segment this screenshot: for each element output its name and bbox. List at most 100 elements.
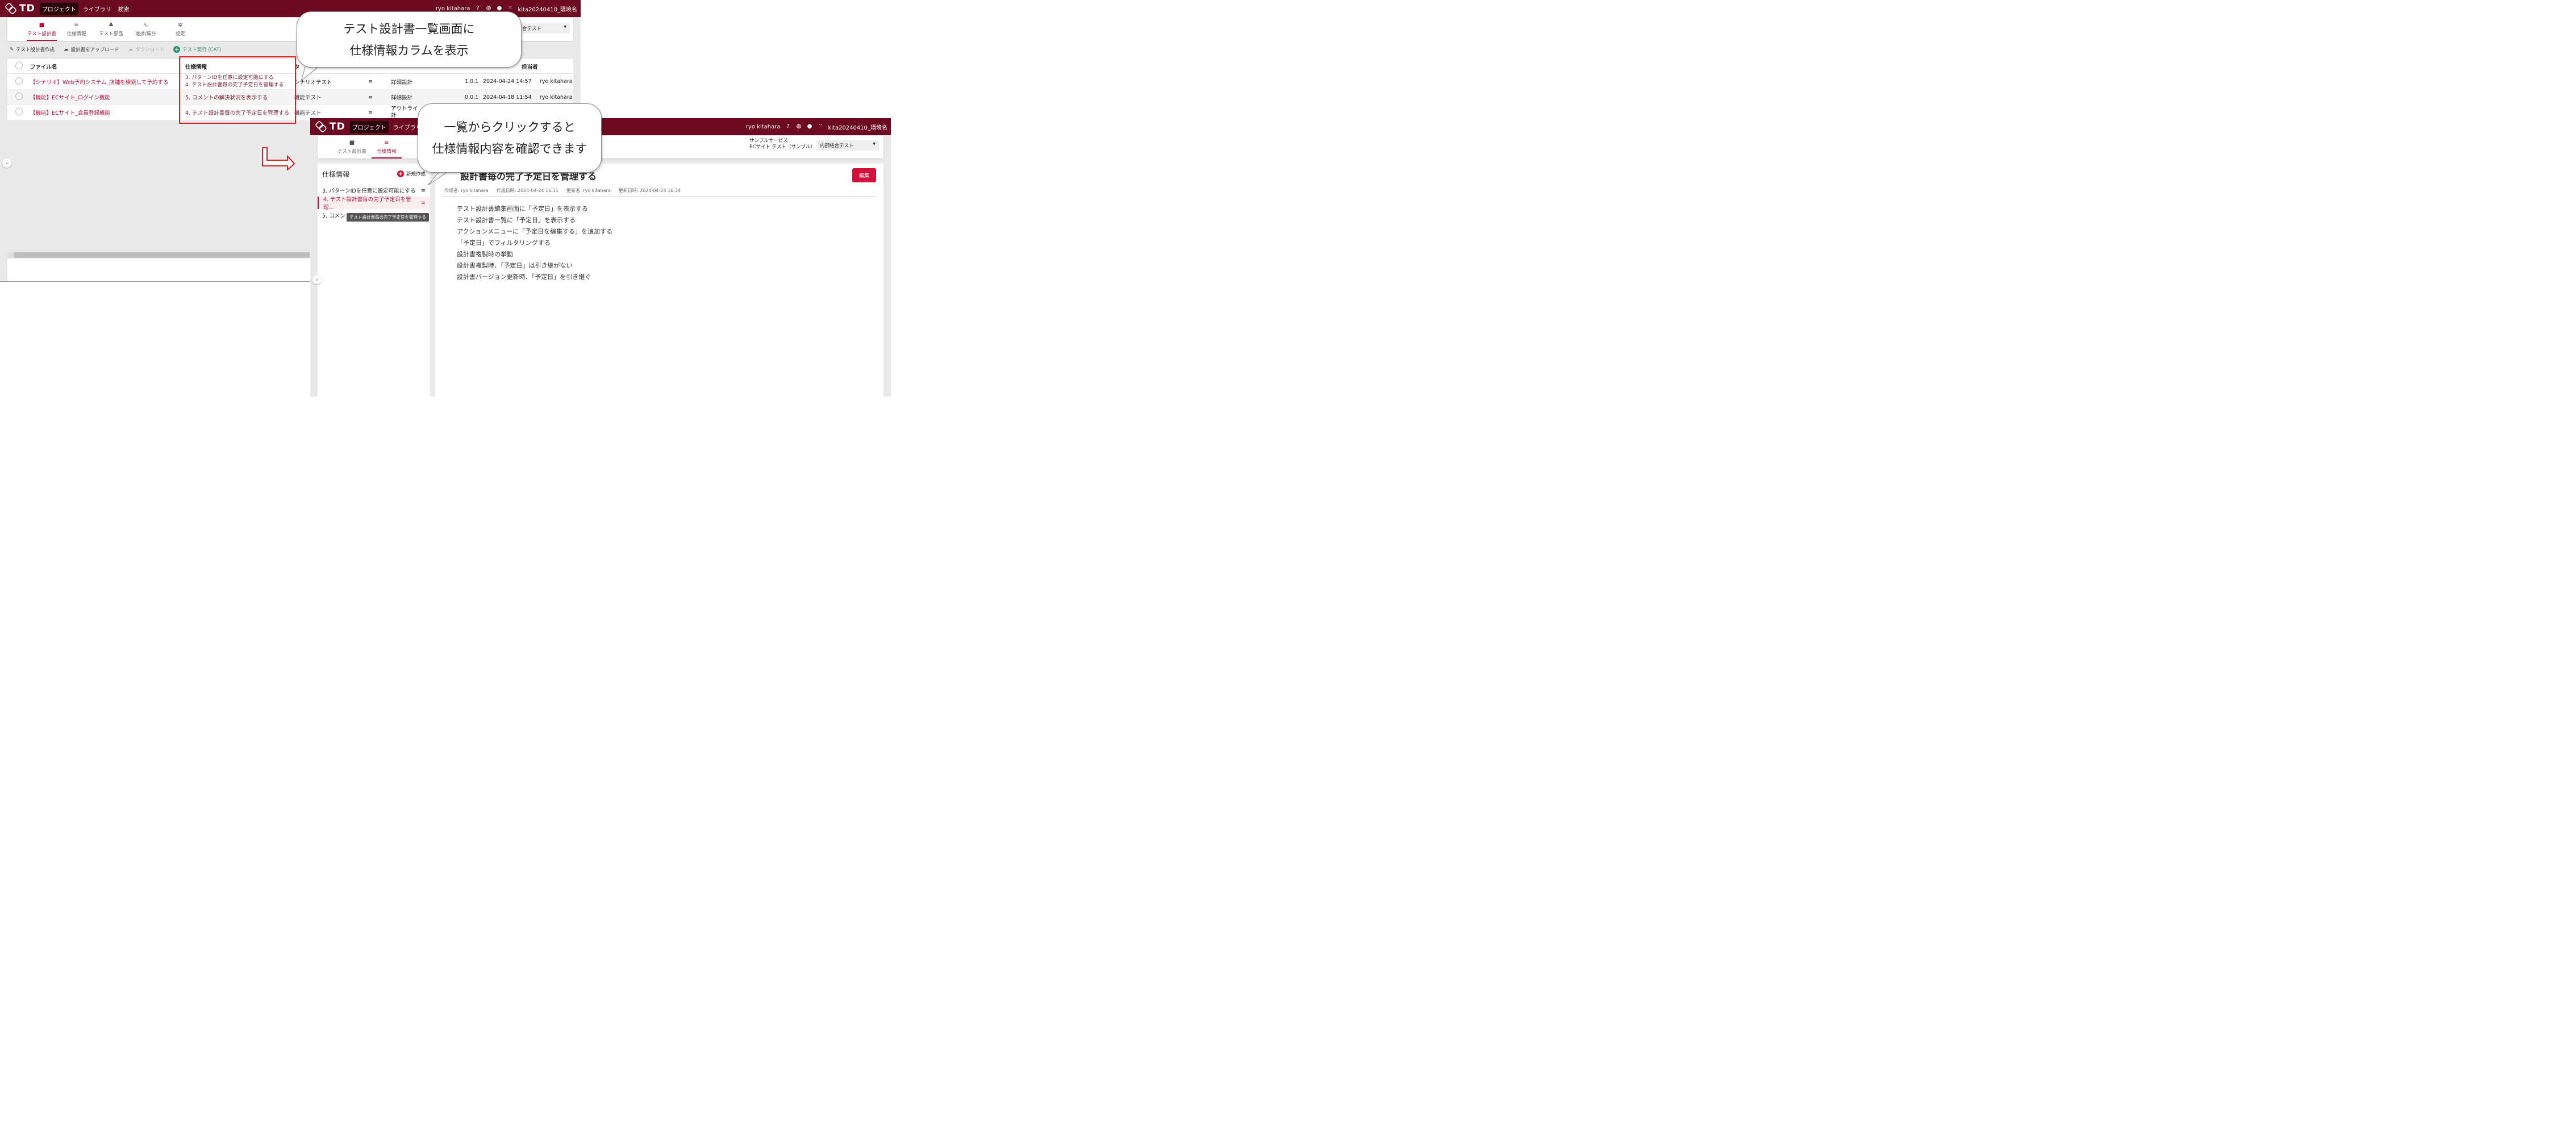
parts-icon: ♣ xyxy=(109,22,114,28)
row-checkbox[interactable] xyxy=(15,108,23,115)
tab-test-design[interactable]: ■ テスト設計書 xyxy=(24,18,59,41)
menu-icon[interactable]: ≡ xyxy=(368,110,391,116)
tooltip: テスト設計書毎の完了予定日を管理する xyxy=(347,213,429,222)
horizontal-scrollbar[interactable] xyxy=(7,252,311,258)
service-name: サンプルサービス xyxy=(749,138,788,144)
gear-icon: ✲ xyxy=(178,22,183,28)
account-icon[interactable]: ● xyxy=(496,6,502,12)
callout-top: テスト設計書一覧画面に 仕様情報カラムを表示 xyxy=(297,11,522,68)
nav-search[interactable]: 検索 xyxy=(116,3,132,15)
body-line: 設計書バージョン更新時、「予定日」を引き継ぐ xyxy=(457,273,591,281)
logo-text: TD xyxy=(19,3,35,14)
folder-icon: ■ xyxy=(349,140,355,146)
col-owner[interactable]: 担当者 xyxy=(522,62,538,70)
help-icon[interactable]: ? xyxy=(785,124,791,130)
version-cell: 1.0.1 xyxy=(465,78,479,85)
list-icon: ≡ xyxy=(74,22,79,28)
col-file[interactable]: ファイル名 xyxy=(30,62,181,70)
menu-icon[interactable]: ≡ xyxy=(421,200,426,206)
apps-grid-icon[interactable]: ⁙ xyxy=(507,6,513,12)
cloud-upload-icon: ☁ xyxy=(64,47,69,52)
env-name[interactable]: kita20240410_環境名 xyxy=(828,123,887,131)
type-cell: 機能テスト xyxy=(294,110,322,116)
detail-meta: 作成者: ryo kitahara 作成日時: 2024-04-24 16:31 更… xyxy=(444,188,681,193)
body-line: テスト設計書編集画面に「予定日」を表示する xyxy=(457,205,588,212)
divider xyxy=(443,196,877,197)
body-line: 「予定日」でフィルタリングする xyxy=(457,239,551,247)
body-line: 設計書複製時、「予定日」は引き継がない xyxy=(457,262,573,269)
file-link[interactable]: 【機能】ECサイト_会員登録機能 xyxy=(30,109,181,116)
date-cell: 2024-04-24 14:57 xyxy=(483,78,532,85)
nav-project[interactable]: プロジェクト xyxy=(349,120,389,133)
highlight-box xyxy=(179,56,296,124)
user-name: ryo kitahara xyxy=(435,5,470,12)
spec-detail-panel: 設計書毎の完了予定日を管理する 編集 作成者: ryo kitahara 作成日時… xyxy=(435,164,883,397)
tab-test-design[interactable]: ■ テスト設計書 xyxy=(335,136,369,159)
cloud-download-icon: ☁ xyxy=(128,47,134,52)
run-test-button[interactable]: + テスト実行 (CAT) xyxy=(173,46,221,53)
chevron-right-icon: › xyxy=(316,277,318,282)
row-checkbox[interactable] xyxy=(15,93,23,100)
upload-button[interactable]: ☁ 設計書をアップロード xyxy=(64,46,119,53)
pencil-icon: ✎ xyxy=(10,47,14,52)
service-info: サンプルサービス ECサイト テスト（サンプル） xyxy=(749,138,815,151)
logo-text: TD xyxy=(330,121,345,132)
plus-circle-icon: + xyxy=(397,170,404,177)
help-icon[interactable]: ? xyxy=(474,6,481,12)
chevron-right-icon: › xyxy=(6,160,8,166)
type-cell: 機能テスト xyxy=(294,95,322,101)
owner-cell: ryo kitahara xyxy=(540,78,573,85)
logo-mark-icon xyxy=(315,121,327,132)
dropdown-arrow-icon: ▼ xyxy=(873,142,876,146)
left-bottom-area xyxy=(7,258,311,281)
globe-icon[interactable]: ◍ xyxy=(795,124,802,130)
env-name[interactable]: kita20240410_環境名 xyxy=(518,5,577,13)
download-button[interactable]: ☁ ダウンロード xyxy=(128,46,165,53)
td-logo[interactable]: TD xyxy=(0,2,40,15)
edit-button[interactable]: 編集 xyxy=(852,168,876,182)
scroll-thumb[interactable] xyxy=(14,252,310,258)
spec-item-selected[interactable]: 4. テスト設計書毎の完了予定日を管理... ≡ xyxy=(318,197,430,211)
tab-settings[interactable]: ✲ 設定 xyxy=(163,18,198,41)
list-icon: ≡ xyxy=(384,140,389,146)
action-bar: ✎ テスト設計書作成 ☁ 設計書をアップロード ☁ ダウンロード + テスト実行 (CA… xyxy=(10,46,221,53)
sidebar-toggle[interactable]: › xyxy=(312,275,322,284)
tab-spec-info[interactable]: ≡ 仕様情報 xyxy=(59,18,94,41)
new-spec-button[interactable]: + 新規作成 xyxy=(397,170,426,177)
phase-cell: 詳細設計 xyxy=(391,95,413,101)
file-link[interactable]: 【シナリオ】Web予約システム_店舗を検索して予約する xyxy=(30,78,181,86)
tab-progress[interactable]: ∿ 進捗/集計 xyxy=(128,18,163,41)
plus-circle-icon: + xyxy=(173,46,181,53)
header-right: ryo kitahara ? ◍ ● ⁙ kita20240410_環境名 xyxy=(746,123,891,131)
td-logo[interactable]: TD xyxy=(310,120,350,133)
menu-icon[interactable]: ≡ xyxy=(368,94,391,101)
nav-project[interactable]: プロジェクト xyxy=(39,2,78,15)
row-checkbox[interactable] xyxy=(15,77,23,85)
nav-library[interactable]: ライブラリ xyxy=(81,3,114,15)
callout-bottom: 一覧からクリックすると 仕様情報内容を確認できます xyxy=(418,103,602,173)
spec-list-panel: 仕様情報 + 新規作成 3. パターンIDを任意に設定可能にする ≡ 4. テスト設… xyxy=(318,164,430,397)
menu-icon[interactable]: ≡ xyxy=(368,78,391,85)
test-level-select[interactable]: 合テスト ▼ xyxy=(519,23,570,34)
file-link[interactable]: 【機能】ECサイト_ログイン機能 xyxy=(30,93,181,101)
logo-mark-icon xyxy=(5,3,16,14)
apps-grid-icon[interactable]: ⁙ xyxy=(817,124,823,130)
sidebar-toggle[interactable]: › xyxy=(2,159,11,168)
main-nav: プロジェクト ライブラリ 検索 xyxy=(39,2,132,15)
chart-icon: ∿ xyxy=(143,22,148,28)
phase-cell: 詳細設計 xyxy=(391,79,413,86)
account-icon[interactable]: ● xyxy=(806,124,812,130)
user-name: ryo kitahara xyxy=(745,123,781,130)
create-design-button[interactable]: ✎ テスト設計書作成 xyxy=(10,46,55,53)
version-cell: 0.0.1 xyxy=(465,94,479,101)
test-level-select[interactable]: 内部結合テスト ▼ xyxy=(816,140,879,151)
tab-test-parts[interactable]: ♣ テスト部品 xyxy=(94,18,128,41)
spec-list-title: 仕様情報 xyxy=(322,170,350,178)
body-line: アクションメニューに「予定日を編集する」を追加する xyxy=(457,228,613,235)
date-cell: 2024-04-18 11:54 xyxy=(483,94,532,101)
select-all-checkbox[interactable] xyxy=(15,61,23,69)
owner-cell: ryo kitahara xyxy=(540,94,573,101)
dropdown-arrow-icon: ▼ xyxy=(564,25,566,29)
globe-icon[interactable]: ◍ xyxy=(485,6,491,12)
tab-spec-info[interactable]: ≡ 仕様情報 xyxy=(369,136,404,159)
